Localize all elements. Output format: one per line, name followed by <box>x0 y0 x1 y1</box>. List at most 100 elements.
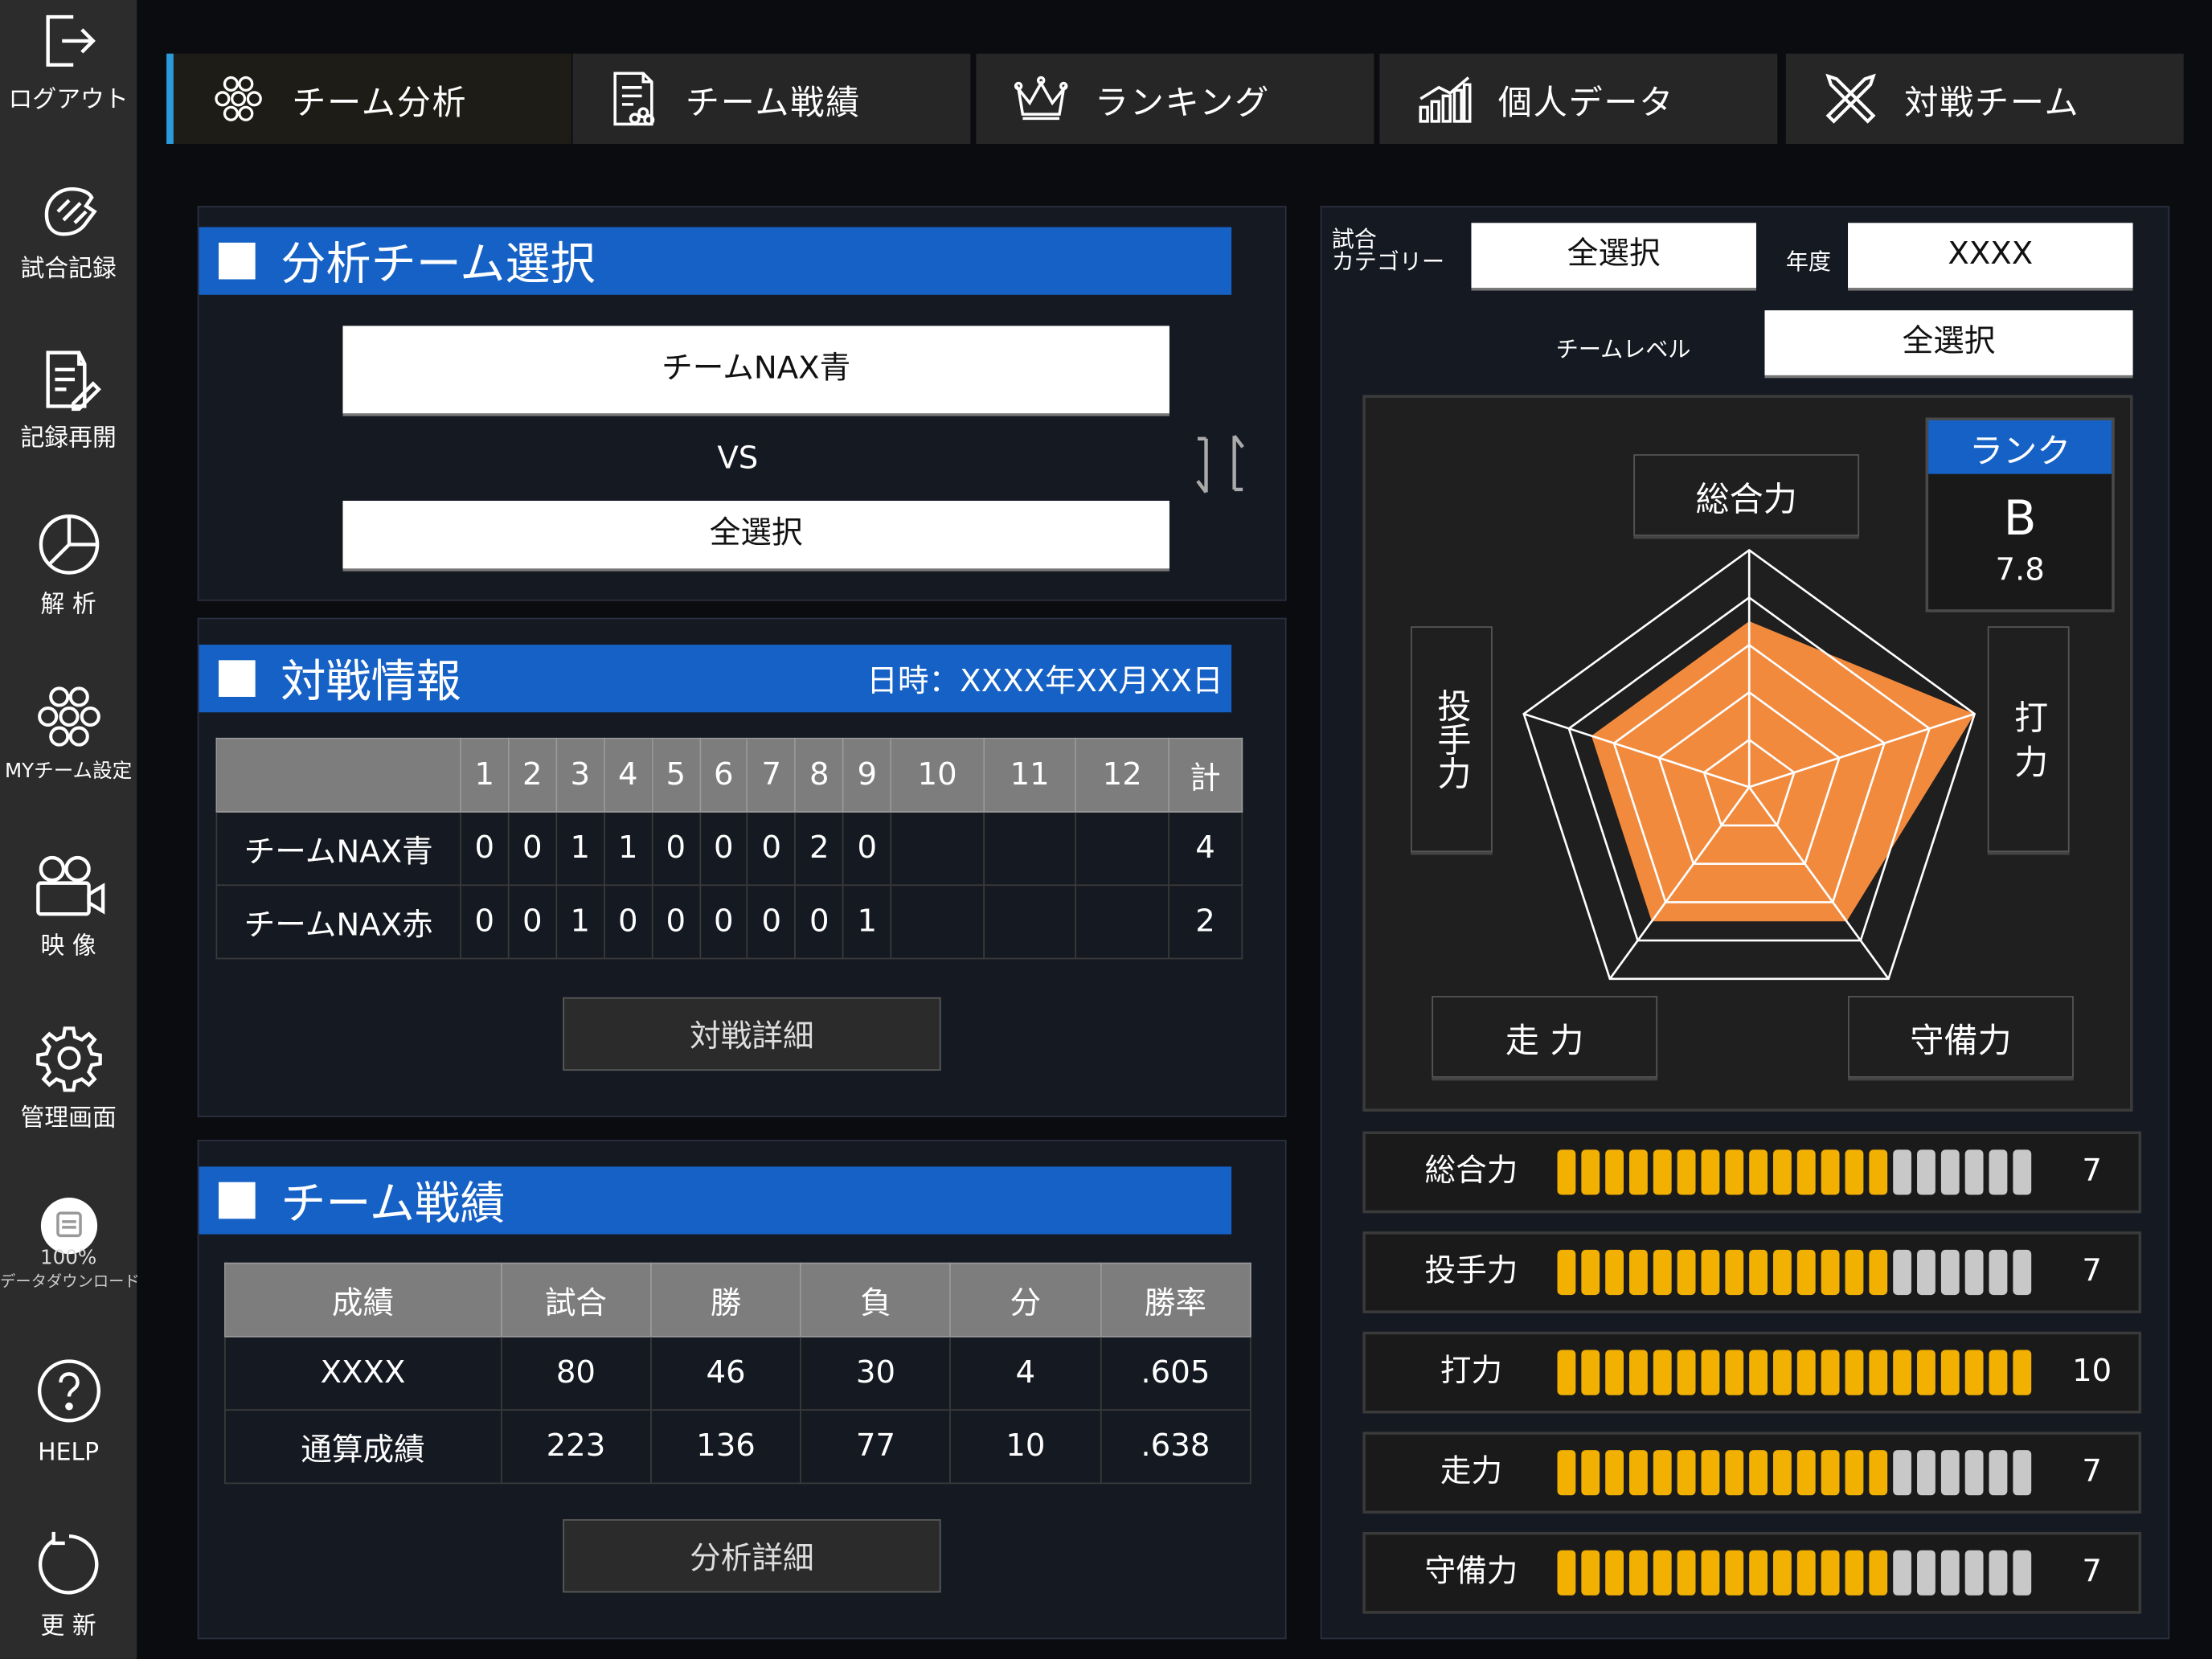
refresh-icon <box>38 1531 98 1595</box>
record-cell: 30 <box>800 1335 952 1411</box>
team-select-header: 分析チーム選択 <box>199 227 1232 295</box>
gauge-segment-filled <box>1653 1550 1672 1596</box>
score-cell: 1 <box>555 884 605 960</box>
gauge-segment-filled <box>1773 1149 1792 1195</box>
tab-opponent-team[interactable]: 対戦チーム <box>1785 53 2184 145</box>
gauge-segment-filled <box>1557 1149 1576 1195</box>
gauge-segment-filled <box>1605 1350 1624 1395</box>
inning-header-cell: 計 <box>1167 737 1243 813</box>
sidebar-item-logout[interactable]: ログアウト <box>0 9 137 115</box>
gauge-segment-filled <box>1773 1249 1792 1296</box>
score-cell: 1 <box>603 811 653 887</box>
inning-header-cell: 10 <box>890 737 985 813</box>
team-b-selector[interactable]: 全選択 <box>342 501 1169 569</box>
record-cell: 80 <box>500 1335 652 1411</box>
team-a-selector[interactable]: チームNAX青 <box>342 326 1169 414</box>
tab-label: チーム戦績 <box>685 82 862 122</box>
tab-label: チーム分析 <box>292 82 468 122</box>
gauge-segment-filled <box>1701 1149 1720 1195</box>
score-cell: 0 <box>747 811 797 887</box>
gauge-segment-filled <box>1725 1450 1744 1496</box>
match-info-panel: 対戦情報 日時：XXXX年XX月XX日 1 2 3 4 5 6 7 8 9 10 11 12 計 チーム… <box>197 617 1287 1117</box>
tab-personal-data[interactable]: 個人データ <box>1379 53 1778 145</box>
record-header-cell: 勝率 <box>1100 1262 1251 1337</box>
gauge-segment-filled <box>1677 1350 1696 1395</box>
gauge-segment-filled <box>1749 1149 1768 1195</box>
gauge-label: 走力 <box>1440 1454 1503 1490</box>
gauge-segment-filled <box>1964 1350 1984 1395</box>
gauge-segment-filled <box>1557 1450 1576 1496</box>
rank-score: 7.8 <box>1995 552 2045 588</box>
score-cell: 0 <box>794 884 844 960</box>
sidebar-item-resume-record[interactable]: 記録再開 <box>0 347 137 453</box>
sidebar-item-admin[interactable]: 管理画面 <box>0 1024 137 1133</box>
team-record-table: 成績 試合勝負分勝率 XXXX 80 46 30 4.605 通算成績 223 136 77 10.… <box>224 1262 1251 1485</box>
gauge-segment-empty <box>1964 1450 1984 1496</box>
score-cell: 0 <box>460 811 510 887</box>
scoreboard-row: チームNAX赤 0 0 1 0 0 0 0 0 1 2 <box>215 884 1243 960</box>
year-selector[interactable]: XXXX <box>1848 223 2133 289</box>
gauge-segment-filled <box>1653 1249 1672 1296</box>
team-level-selector[interactable]: 全選択 <box>1764 310 2133 375</box>
inning-header-cell: 5 <box>651 737 701 813</box>
sidebar-label-resume-record: 記録再開 <box>20 424 117 453</box>
match-detail-button[interactable]: 対戦詳細 <box>563 997 941 1071</box>
sidebar-label-data-download: データダウンロード <box>0 1272 140 1291</box>
gauge-segment-empty <box>1893 1450 1912 1496</box>
gauge-segment-filled <box>1677 1249 1696 1296</box>
gauge-segment-filled <box>1845 1550 1864 1596</box>
score-cell: 0 <box>698 884 748 960</box>
match-info-title: 対戦情報 <box>281 654 461 709</box>
gauge-segment-filled <box>1701 1350 1720 1395</box>
tab-team-analysis[interactable]: チーム分析 <box>166 53 571 145</box>
gauge-segment-filled <box>1701 1550 1720 1596</box>
score-cell <box>1075 884 1169 960</box>
gauge-segment-filled <box>1557 1550 1576 1596</box>
sidebar-item-video[interactable]: 映 像 <box>0 852 137 961</box>
swap-icon[interactable] <box>1192 433 1248 495</box>
gauge-segment-filled <box>1581 1149 1600 1195</box>
sidebar-item-game-record[interactable]: 試合記録 <box>0 178 137 284</box>
gauge-segment-filled <box>1989 1350 2008 1395</box>
sidebar-item-data-download[interactable]: 100% データダウンロード <box>0 1196 140 1292</box>
gauge-label: 守備力 <box>1424 1555 1518 1590</box>
tab-team-record[interactable]: チーム戦績 <box>572 53 971 145</box>
record-cell: 通算成績 <box>224 1409 502 1485</box>
inning-header-cell: 11 <box>982 737 1077 813</box>
sidebar-item-analysis[interactable]: 解 析 <box>0 510 137 619</box>
score-cell: 0 <box>747 884 797 960</box>
team-icon <box>215 76 262 121</box>
sidebar-item-help[interactable]: HELP <box>0 1357 137 1467</box>
gauge-segment-empty <box>1964 1550 1984 1596</box>
sidebar-item-my-team[interactable]: MYチーム設定 <box>0 682 137 784</box>
gauge-segment-filled <box>1653 1450 1672 1496</box>
gauge-segment-filled <box>1629 1450 1648 1496</box>
sidebar-item-refresh[interactable]: 更 新 <box>0 1529 137 1641</box>
score-cell: 0 <box>651 884 701 960</box>
tab-ranking[interactable]: ランキング <box>976 53 1374 145</box>
gauge-segment-filled <box>1629 1550 1648 1596</box>
gauge-segment-empty <box>1893 1550 1912 1596</box>
team-level-label: チームレベル <box>1555 335 1691 363</box>
record-cell: 10 <box>949 1409 1101 1485</box>
gauge-segment-filled <box>1725 1249 1744 1296</box>
analysis-detail-button[interactable]: 分析詳細 <box>563 1519 941 1593</box>
gauge-segment-filled <box>1893 1350 1912 1395</box>
gauge-segment-empty <box>1940 1550 1960 1596</box>
category-selector[interactable]: 全選択 <box>1471 223 1756 289</box>
vs-label: VS <box>717 441 759 477</box>
inning-header-cell: 3 <box>555 737 605 813</box>
gauge-row: 走力 7 <box>1362 1432 2142 1514</box>
team-select-title: 分析チーム選択 <box>281 236 596 291</box>
gauge-segment-filled <box>1869 1350 1888 1395</box>
rank-card: ランク B 7.8 <box>1925 417 2115 612</box>
gauge-row: 投手力 7 <box>1362 1231 2142 1313</box>
gauge-segment-filled <box>1749 1450 1768 1496</box>
gauge-segment-filled <box>1869 1450 1888 1496</box>
gauge-segment-filled <box>1677 1450 1696 1496</box>
score-cell: 2 <box>794 811 844 887</box>
record-cell: 4 <box>949 1335 1101 1411</box>
gauge-segment-filled <box>1773 1350 1792 1395</box>
score-cell: 0 <box>507 884 557 960</box>
scoreboard-corner-cell <box>215 737 461 813</box>
